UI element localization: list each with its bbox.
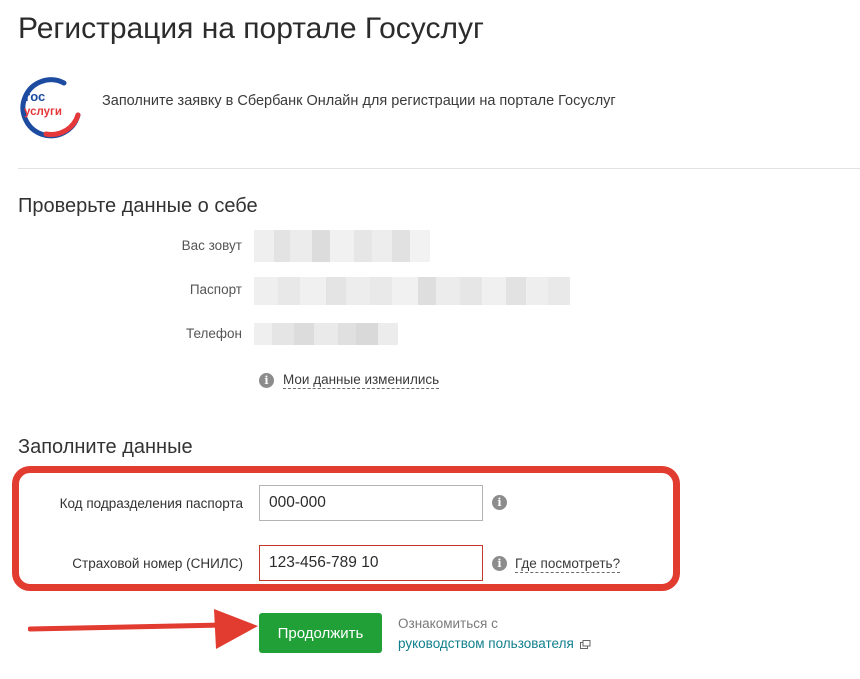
continue-button[interactable]: Продолжить bbox=[259, 613, 382, 653]
svg-text:гос: гос bbox=[25, 89, 45, 104]
passport-label: Паспорт bbox=[189, 282, 242, 297]
user-guide-link[interactable]: руководством пользователя bbox=[398, 634, 574, 654]
fill-section-title: Заполните данные bbox=[18, 436, 193, 458]
passport-code-label: Код подразделения паспорта bbox=[59, 496, 243, 511]
info-icon: i bbox=[259, 372, 274, 388]
user-guide-block: Ознакомиться с руководством пользователя bbox=[398, 614, 591, 654]
external-link-icon bbox=[579, 639, 591, 649]
passport-code-input[interactable] bbox=[259, 485, 483, 521]
name-value-blurred bbox=[254, 230, 430, 262]
data-changed-link-row[interactable]: i Мои данные изменились bbox=[259, 371, 440, 389]
passport-code-info-icon[interactable]: i bbox=[492, 495, 507, 510]
red-arrow bbox=[28, 609, 258, 649]
svg-text:услуги: услуги bbox=[24, 106, 62, 118]
intro-text: Заполните заявку в Сбербанк Онлайн для р… bbox=[102, 93, 616, 109]
guide-prefix-text: Ознакомиться с bbox=[398, 616, 498, 631]
passport-value-blurred bbox=[254, 277, 590, 305]
section-divider bbox=[18, 168, 860, 169]
check-section-title: Проверьте данные о себе bbox=[18, 195, 258, 217]
name-label: Вас зовут bbox=[181, 238, 242, 253]
where-to-find-link[interactable]: Где посмотреть? bbox=[515, 555, 621, 573]
gosuslugi-logo: гос услуги bbox=[20, 77, 81, 139]
snils-label: Страховой номер (СНИЛС) bbox=[72, 556, 243, 571]
snils-input[interactable] bbox=[259, 545, 483, 581]
phone-value-blurred bbox=[254, 323, 398, 345]
page-title: Регистрация на портале Госуслуг bbox=[18, 12, 484, 45]
phone-label: Телефон bbox=[185, 326, 242, 341]
data-changed-link[interactable]: Мои данные изменились bbox=[283, 371, 440, 389]
snils-info-icon[interactable]: i bbox=[492, 556, 507, 571]
